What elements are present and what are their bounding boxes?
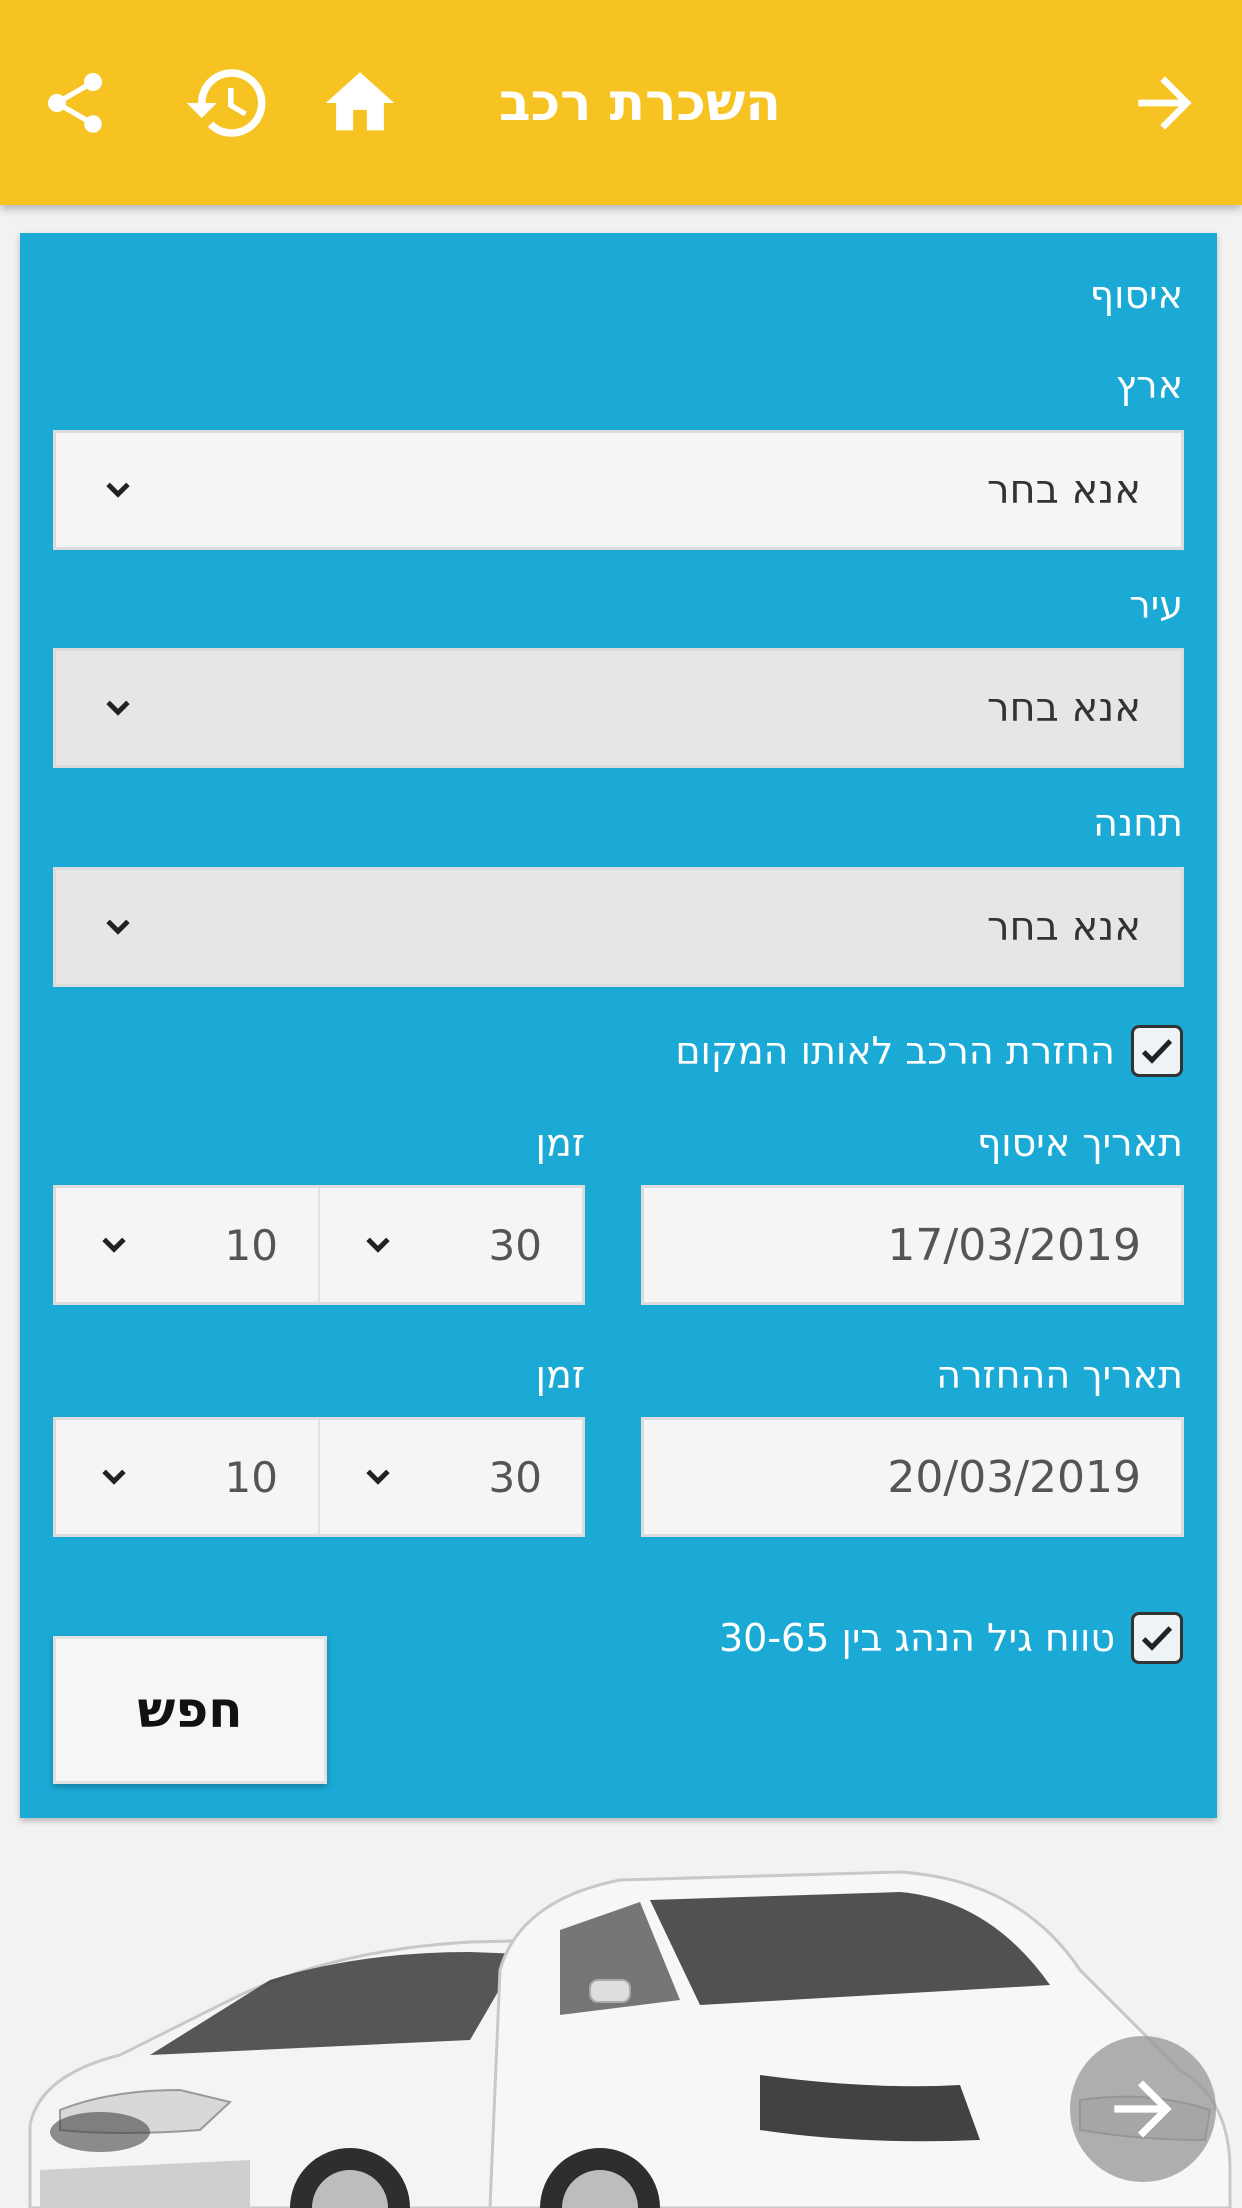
section-title: איסוף xyxy=(1089,273,1183,317)
city-label: עיר xyxy=(1129,583,1183,627)
same-place-return-label: החזרת הרכב לאותו המקום xyxy=(675,1029,1115,1073)
city-select[interactable]: אנא בחר xyxy=(53,648,1184,768)
return-date-label: תאריך ההחזרה xyxy=(936,1353,1183,1397)
pickup-time-picker: 10 30 xyxy=(53,1185,585,1305)
chevron-down-icon xyxy=(98,688,138,728)
chevron-down-icon xyxy=(98,907,138,947)
cars-image xyxy=(0,1840,1242,2208)
next-fab-button[interactable] xyxy=(1070,2036,1216,2182)
app-bar: השכרת רכב xyxy=(0,0,1242,205)
same-place-return-row[interactable]: החזרת הרכב לאותו המקום xyxy=(675,1021,1183,1081)
home-icon[interactable] xyxy=(315,0,405,205)
driver-age-row[interactable]: טווח גיל הנהג בין 30-65 xyxy=(719,1608,1183,1668)
chevron-down-icon xyxy=(94,1225,134,1265)
return-date-field[interactable]: 20/03/2019 xyxy=(641,1417,1184,1537)
return-time-label: זמן xyxy=(535,1353,585,1397)
chevron-down-icon xyxy=(94,1457,134,1497)
arrow-right-icon[interactable] xyxy=(1120,0,1210,205)
return-hour-select[interactable]: 10 xyxy=(56,1420,318,1534)
country-label: ארץ xyxy=(1115,363,1183,407)
page-title: השכרת רכב xyxy=(499,72,782,133)
search-form-panel: איסוף ארץ אנא בחר עיר אנא בחר תחנה אנא ב… xyxy=(20,233,1217,1818)
city-select-value: אנא בחר xyxy=(986,685,1141,731)
search-button[interactable]: חפש xyxy=(53,1636,327,1784)
same-place-return-checkbox[interactable] xyxy=(1131,1025,1183,1077)
return-minute-select[interactable]: 30 xyxy=(320,1420,582,1534)
return-time-picker: 10 30 xyxy=(53,1417,585,1537)
history-icon[interactable] xyxy=(178,0,278,205)
pickup-minute-value: 30 xyxy=(488,1220,542,1270)
country-select[interactable]: אנא בחר xyxy=(53,430,1184,550)
driver-age-label: טווח גיל הנהג בין 30-65 xyxy=(718,1616,1115,1660)
return-minute-value: 30 xyxy=(488,1452,542,1502)
pickup-hour-value: 10 xyxy=(224,1220,278,1270)
return-hour-value: 10 xyxy=(224,1452,278,1502)
pickup-hour-select[interactable]: 10 xyxy=(56,1188,318,1302)
country-select-value: אנא בחר xyxy=(986,467,1141,513)
arrow-right-icon xyxy=(1114,2080,1172,2138)
station-select-value: אנא בחר xyxy=(986,904,1141,950)
pickup-date-field[interactable]: 17/03/2019 xyxy=(641,1185,1184,1305)
chevron-down-icon xyxy=(98,470,138,510)
pickup-date-label: תאריך איסוף xyxy=(976,1121,1183,1165)
station-label: תחנה xyxy=(1093,801,1183,845)
pickup-time-label: זמן xyxy=(535,1121,585,1165)
station-select[interactable]: אנא בחר xyxy=(53,867,1184,987)
driver-age-checkbox[interactable] xyxy=(1131,1612,1183,1664)
pickup-minute-select[interactable]: 30 xyxy=(320,1188,582,1302)
chevron-down-icon xyxy=(358,1457,398,1497)
share-icon[interactable] xyxy=(30,0,120,205)
chevron-down-icon xyxy=(358,1225,398,1265)
